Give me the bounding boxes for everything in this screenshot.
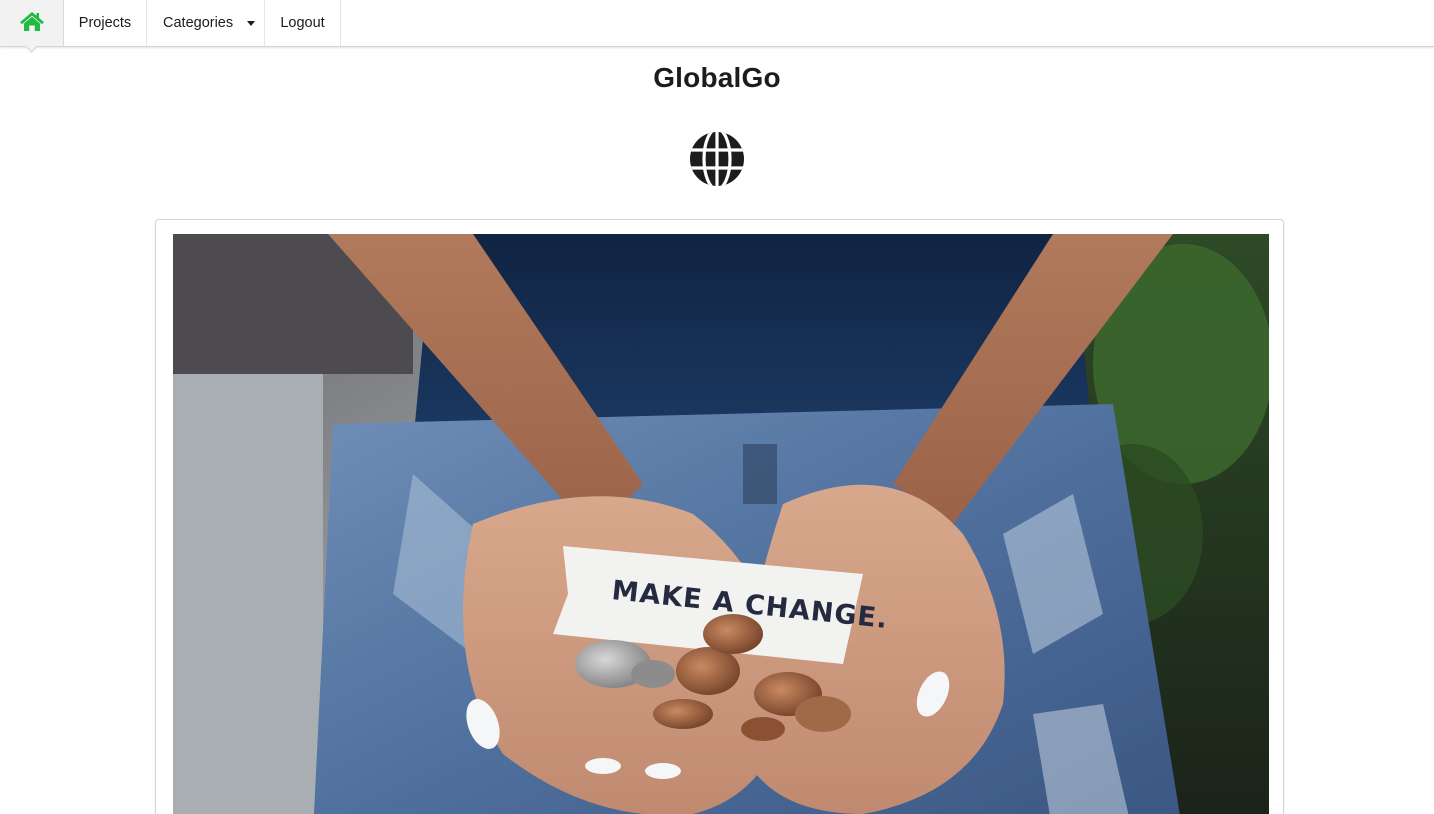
home-link[interactable]	[0, 0, 64, 46]
globe-icon	[689, 131, 745, 187]
caret-down-icon	[247, 20, 256, 26]
nav-categories-label: Categories	[163, 15, 234, 31]
top-navbar: Projects Categories Logout	[0, 0, 1434, 47]
page-title: GlobalGo	[653, 62, 781, 93]
nav-projects-label: Projects	[78, 15, 132, 31]
hero-image: MAKE A CHANGE.	[173, 234, 1269, 814]
project-card[interactable]: MAKE A CHANGE.	[155, 219, 1284, 814]
nav-logout[interactable]: Logout	[265, 0, 341, 46]
home-icon	[19, 10, 45, 36]
nav-categories-dropdown[interactable]: Categories	[147, 0, 265, 46]
nav-projects[interactable]: Projects	[64, 0, 147, 46]
nav-logout-label: Logout	[280, 15, 325, 31]
